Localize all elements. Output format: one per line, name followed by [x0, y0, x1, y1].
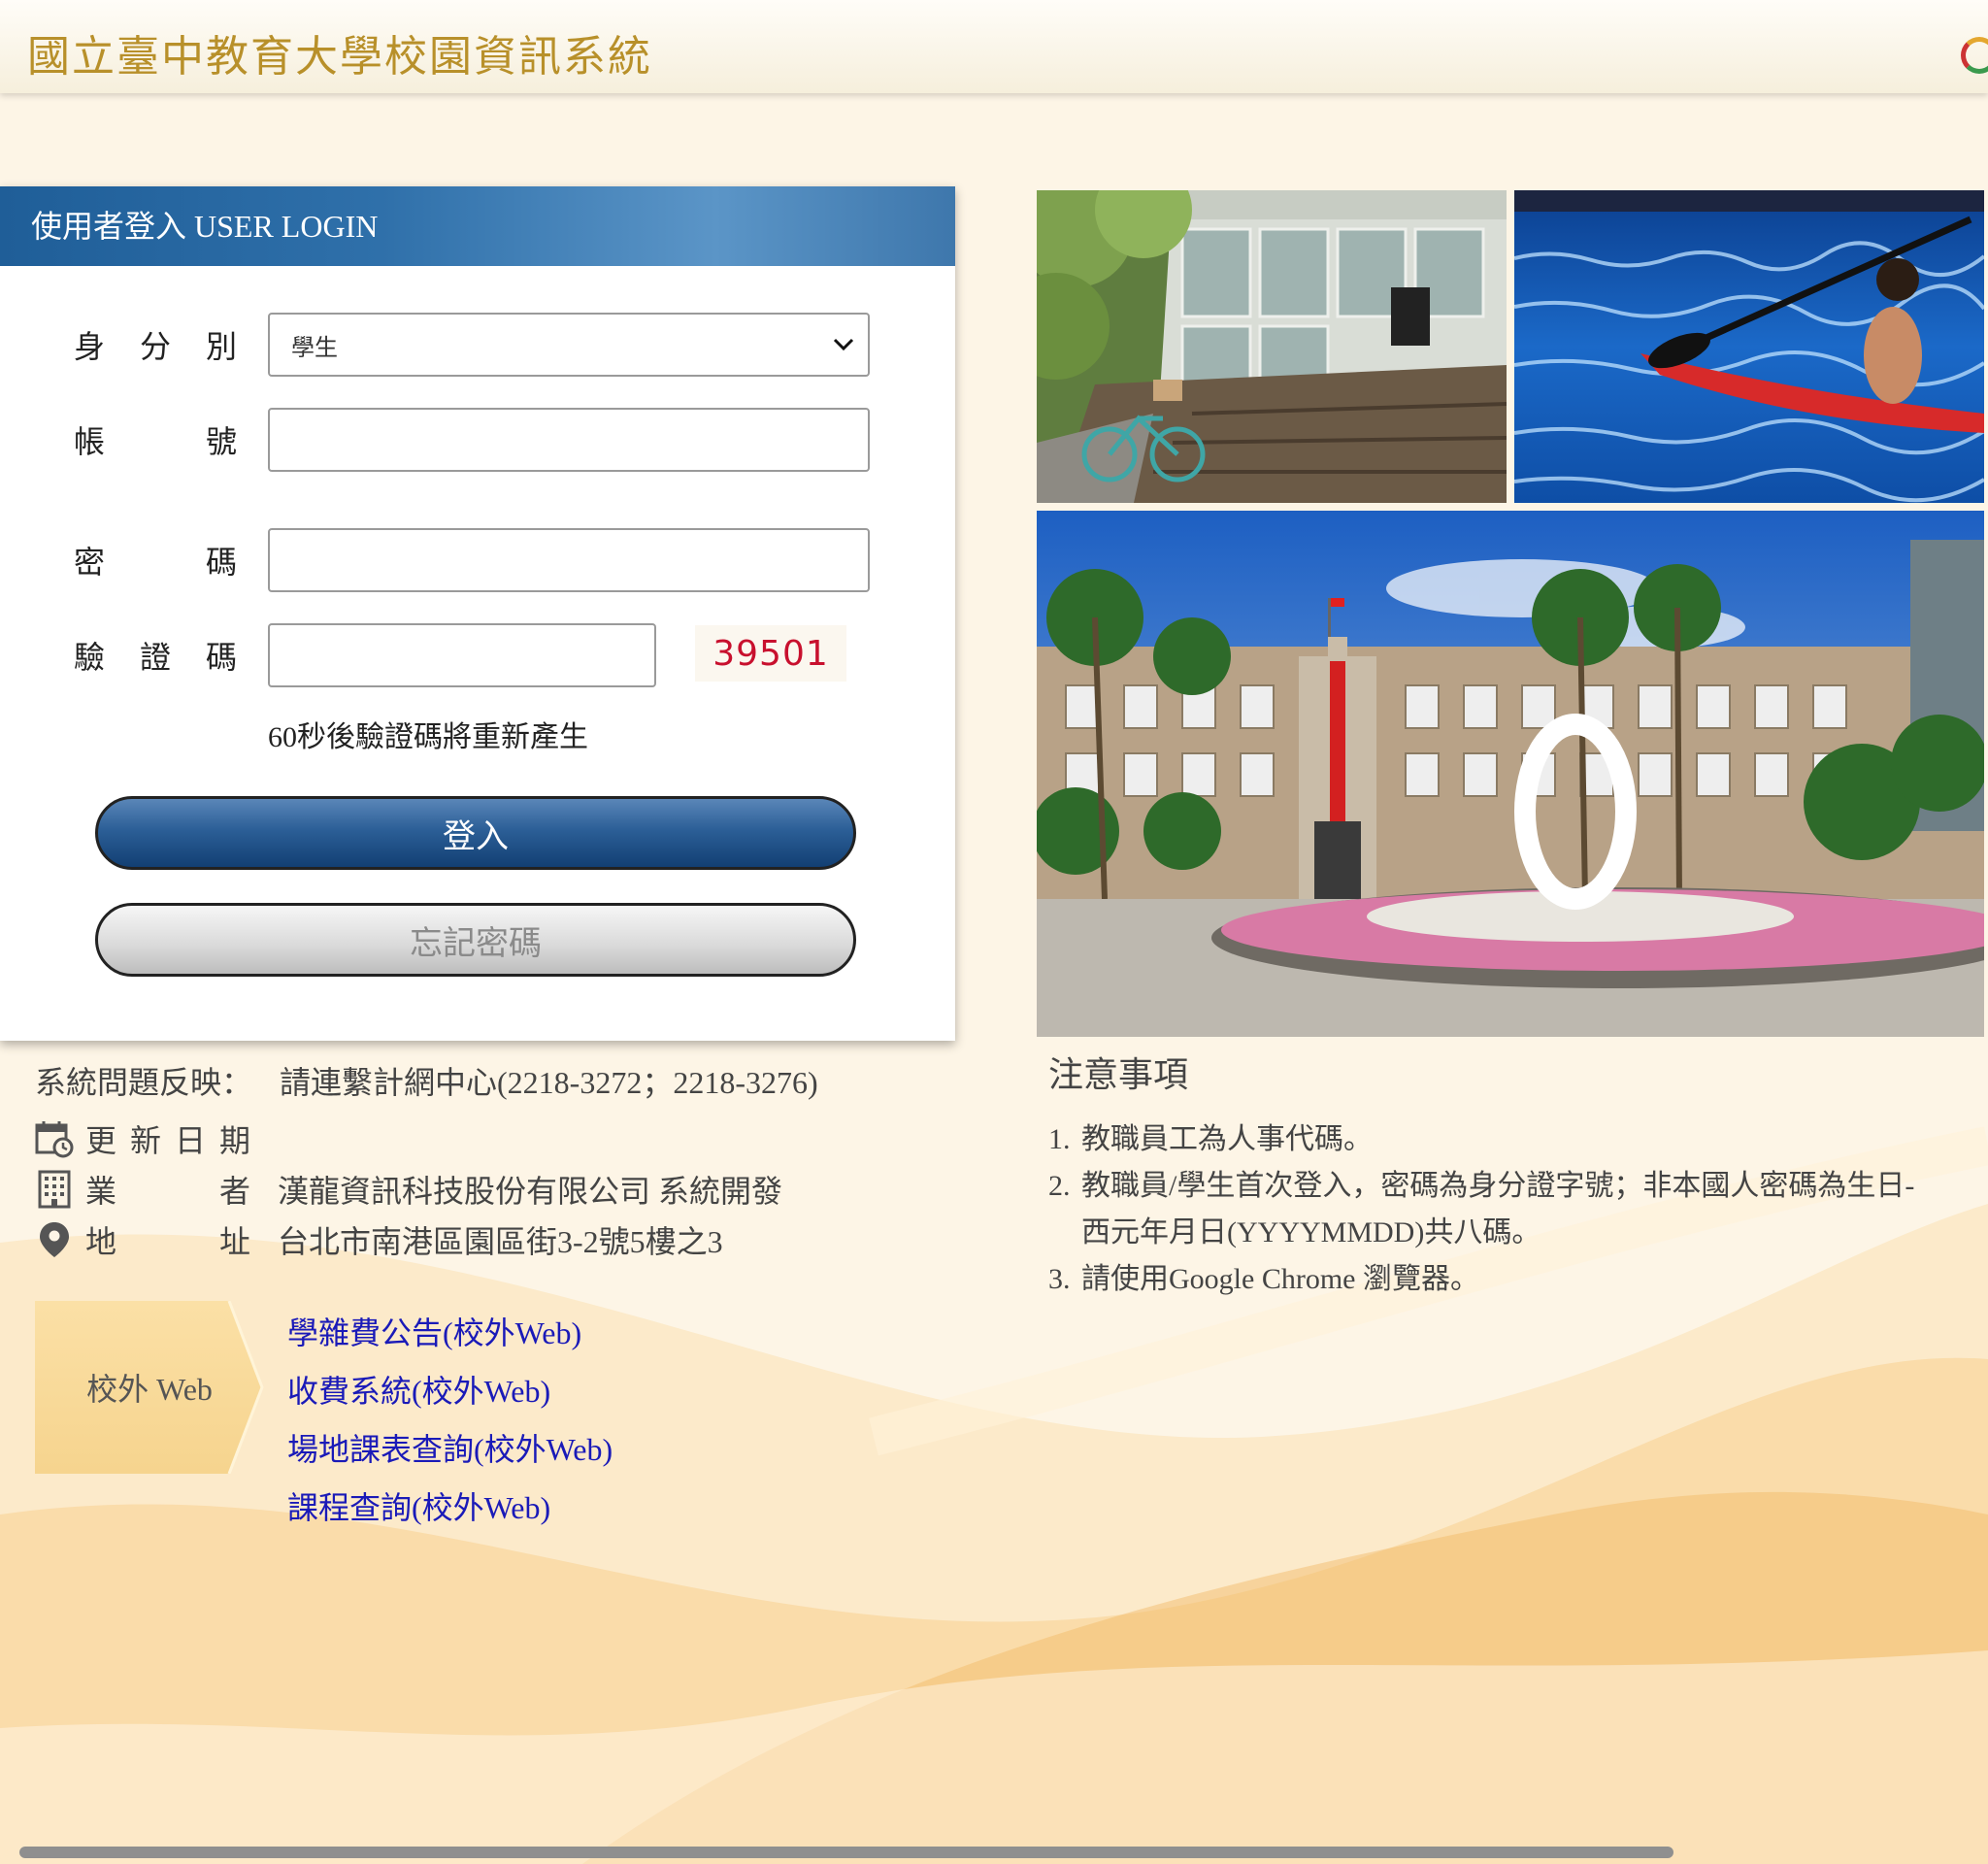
horizontal-scrollbar[interactable] — [19, 1847, 1673, 1858]
captcha-row: 驗 證 碼 39501 — [0, 623, 955, 691]
notice-item: 2. 教職員/學生首次登入，密碼為身分證字號；非本國人密碼為生日- 西元年月日(… — [1048, 1170, 1915, 1248]
external-web-label: 校外 Web — [86, 1372, 213, 1407]
login-title: 使用者登入 USER LOGIN — [0, 186, 955, 266]
notice-item: 1. 教職員工為人事代碼。 — [1048, 1123, 1373, 1155]
campus-cafe-photo — [1037, 190, 1507, 503]
location-pin-icon — [40, 1222, 69, 1257]
address-label: 地 址 — [85, 1224, 250, 1259]
browser-icon — [1961, 37, 1988, 74]
vendor-label: 業 者 — [85, 1174, 250, 1209]
address-row: 地 址 台北市南港區園區街3-2號5樓之3 — [35, 1217, 723, 1262]
captcha-input[interactable] — [268, 623, 656, 687]
vendor-row: 業 者 漢龍資訊科技股份有限公司 系統開發 — [35, 1167, 782, 1212]
site-title: 國立臺中教育大學校園資訊系統 — [27, 33, 652, 81]
account-label: 帳 號 — [74, 424, 237, 459]
external-links: 學雜費公告(校外Web) 收費系統(校外Web) 場地課表查詢(校外Web) 課… — [287, 1309, 613, 1542]
campus-building-photo — [1037, 511, 1984, 1037]
forgot-password-button[interactable]: 忘記密碼 — [95, 903, 856, 977]
password-label: 密 碼 — [74, 545, 237, 580]
captcha-image: 39501 — [695, 625, 846, 682]
calendar-icon — [35, 1121, 74, 1158]
password-input[interactable] — [268, 528, 870, 592]
captcha-note: 60秒後驗證碼將重新產生 — [268, 721, 588, 753]
kayak-pool-photo — [1514, 190, 1984, 503]
link-payment-system[interactable]: 收費系統(校外Web) — [287, 1367, 613, 1409]
notice-title: 注意事項 — [1048, 1055, 1189, 1094]
feedback-label: 系統問題反映： — [35, 1065, 253, 1100]
identity-row: 身 分 別 學生 — [0, 313, 955, 381]
update-date-label: 更 新 日 期 — [85, 1123, 250, 1158]
site-header: 國立臺中教育大學校園資訊系統 — [0, 0, 1988, 93]
external-web-tag: 校外 Web — [35, 1300, 264, 1479]
account-row: 帳 號 — [0, 408, 955, 476]
link-tuition-announcement[interactable]: 學雜費公告(校外Web) — [287, 1309, 613, 1350]
captcha-label: 驗 證 碼 — [74, 640, 237, 675]
feedback-row: 系統問題反映： 請連繫計網中心(2218-3272；2218-3276) — [35, 1058, 818, 1103]
login-button[interactable]: 登入 — [95, 796, 856, 870]
vendor-value: 漢龍資訊科技股份有限公司 系統開發 — [278, 1174, 783, 1209]
identity-select[interactable]: 學生 — [268, 313, 870, 377]
address-value: 台北市南港區園區街3-2號5樓之3 — [278, 1224, 723, 1259]
link-venue-schedule[interactable]: 場地課表查詢(校外Web) — [287, 1425, 613, 1467]
chevron-down-icon — [833, 338, 854, 351]
feedback-value: 請連繫計網中心(2218-3272；2218-3276) — [280, 1065, 818, 1100]
account-input[interactable] — [268, 408, 870, 472]
update-date-row: 更 新 日 期 — [35, 1116, 250, 1161]
identity-label: 身 分 別 — [74, 329, 237, 364]
building-icon — [38, 1170, 71, 1209]
login-panel: 使用者登入 USER LOGIN 身 分 別 學生 帳 號 密 碼 驗 證 碼 … — [0, 186, 955, 1041]
notice-item: 3. 請使用Google Chrome 瀏覽器。 — [1048, 1263, 1479, 1295]
notice-section: 注意事項 1. 教職員工為人事代碼。 2. 教職員/學生首次登入，密碼為身分證字… — [1048, 1047, 1941, 1303]
link-course-query[interactable]: 課程查詢(校外Web) — [287, 1483, 613, 1525]
identity-selected-value: 學生 — [291, 333, 338, 361]
password-row: 密 碼 — [0, 528, 955, 596]
